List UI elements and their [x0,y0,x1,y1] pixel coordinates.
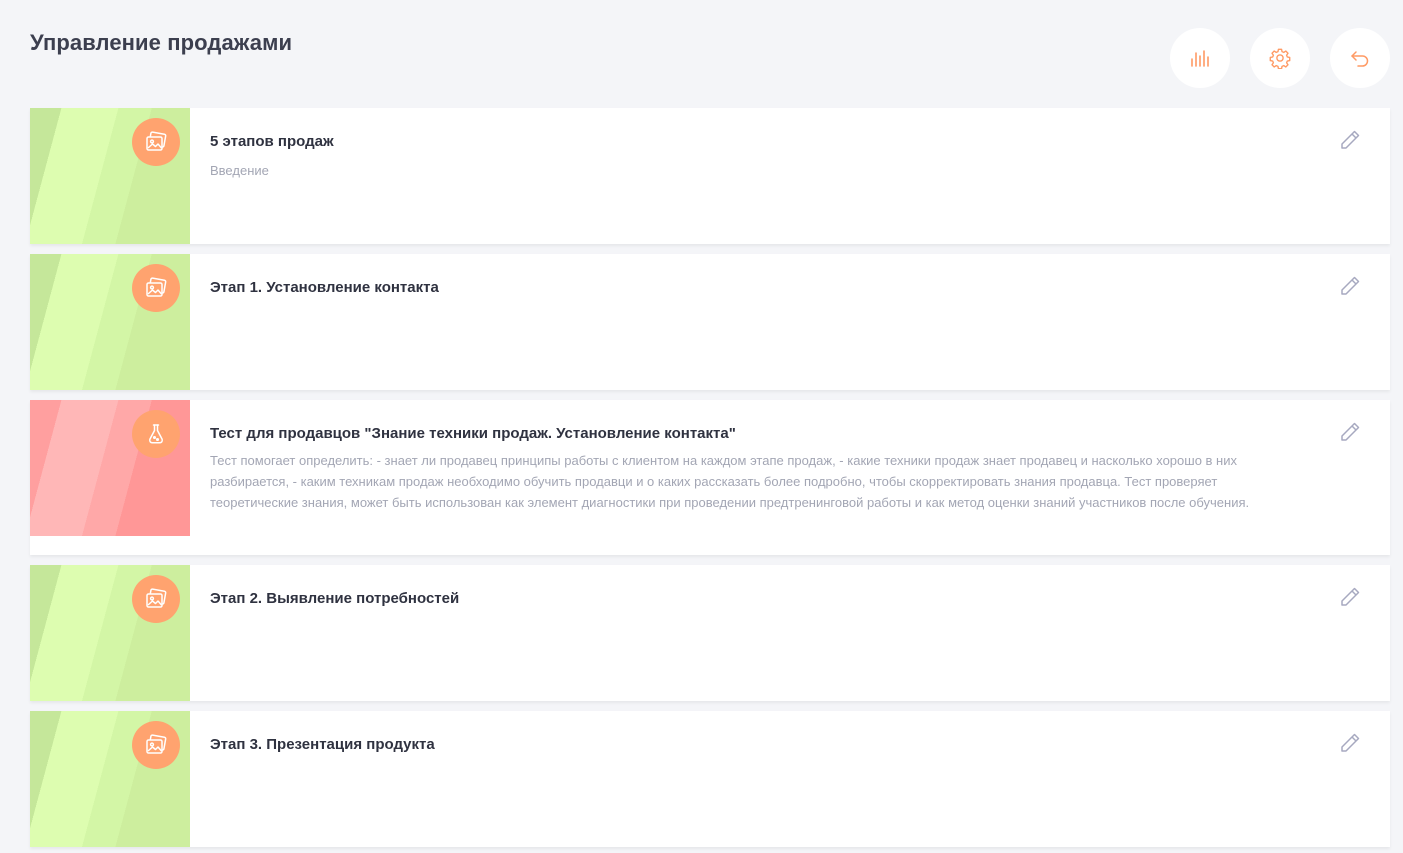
image-icon [146,277,167,297]
lesson-thumbnail [30,400,190,536]
lesson-content: 5 этапов продаж Введение [190,108,1390,244]
edit-pencil-icon[interactable] [1338,585,1362,609]
gear-icon [1269,48,1291,69]
lesson-list: 5 этапов продаж Введение Этап 1. Установ… [30,108,1390,853]
lesson-title[interactable]: 5 этапов продаж [210,132,1290,152]
lesson-content: Этап 2. Выявление потребностей [190,565,1390,701]
toolbar [1170,28,1390,88]
settings-button[interactable] [1250,28,1310,88]
lesson-content: Тест для продавцов "Знание техники прода… [190,400,1390,555]
lesson-type-badge [132,575,180,623]
lesson-card[interactable]: 5 этапов продаж Введение [30,108,1390,244]
image-icon [146,588,167,608]
lesson-thumbnail [30,108,190,244]
lesson-content: Этап 3. Презентация продукта [190,711,1390,847]
lesson-content: Этап 1. Установление контакта [190,254,1390,390]
lesson-type-badge [132,118,180,166]
lesson-subtitle: Введение [210,163,269,178]
lesson-thumbnail [30,711,190,847]
lesson-card[interactable]: Этап 2. Выявление потребностей [30,565,1390,701]
image-icon [146,131,167,151]
lesson-title[interactable]: Этап 2. Выявление потребностей [210,589,1290,609]
lesson-card[interactable]: Этап 1. Установление контакта [30,254,1390,390]
lesson-title[interactable]: Тест для продавцов "Знание техники прода… [210,424,1290,444]
lesson-card[interactable]: Этап 3. Презентация продукта [30,711,1390,847]
lesson-card[interactable]: Тест для продавцов "Знание техники прода… [30,400,1390,555]
page-title: Управление продажами [30,30,293,55]
edit-pencil-icon[interactable] [1338,274,1362,298]
edit-pencil-icon[interactable] [1338,128,1362,152]
lesson-title[interactable]: Этап 1. Установление контакта [210,278,1290,298]
edit-pencil-icon[interactable] [1338,420,1362,444]
lesson-thumbnail [30,254,190,390]
image-icon [146,734,167,754]
lesson-thumbnail [30,565,190,701]
lesson-description: Тест помогает определить: - знает ли про… [210,453,1250,510]
lesson-type-badge [132,264,180,312]
edit-pencil-icon[interactable] [1338,731,1362,755]
back-button[interactable] [1330,28,1390,88]
flask-icon [148,424,164,444]
undo-arrow-icon [1351,51,1369,67]
lesson-title[interactable]: Этап 3. Презентация продукта [210,735,1290,755]
stats-button[interactable] [1170,28,1230,88]
lesson-type-badge [132,410,180,458]
bar-chart-icon [1191,50,1209,67]
lesson-type-badge [132,721,180,769]
